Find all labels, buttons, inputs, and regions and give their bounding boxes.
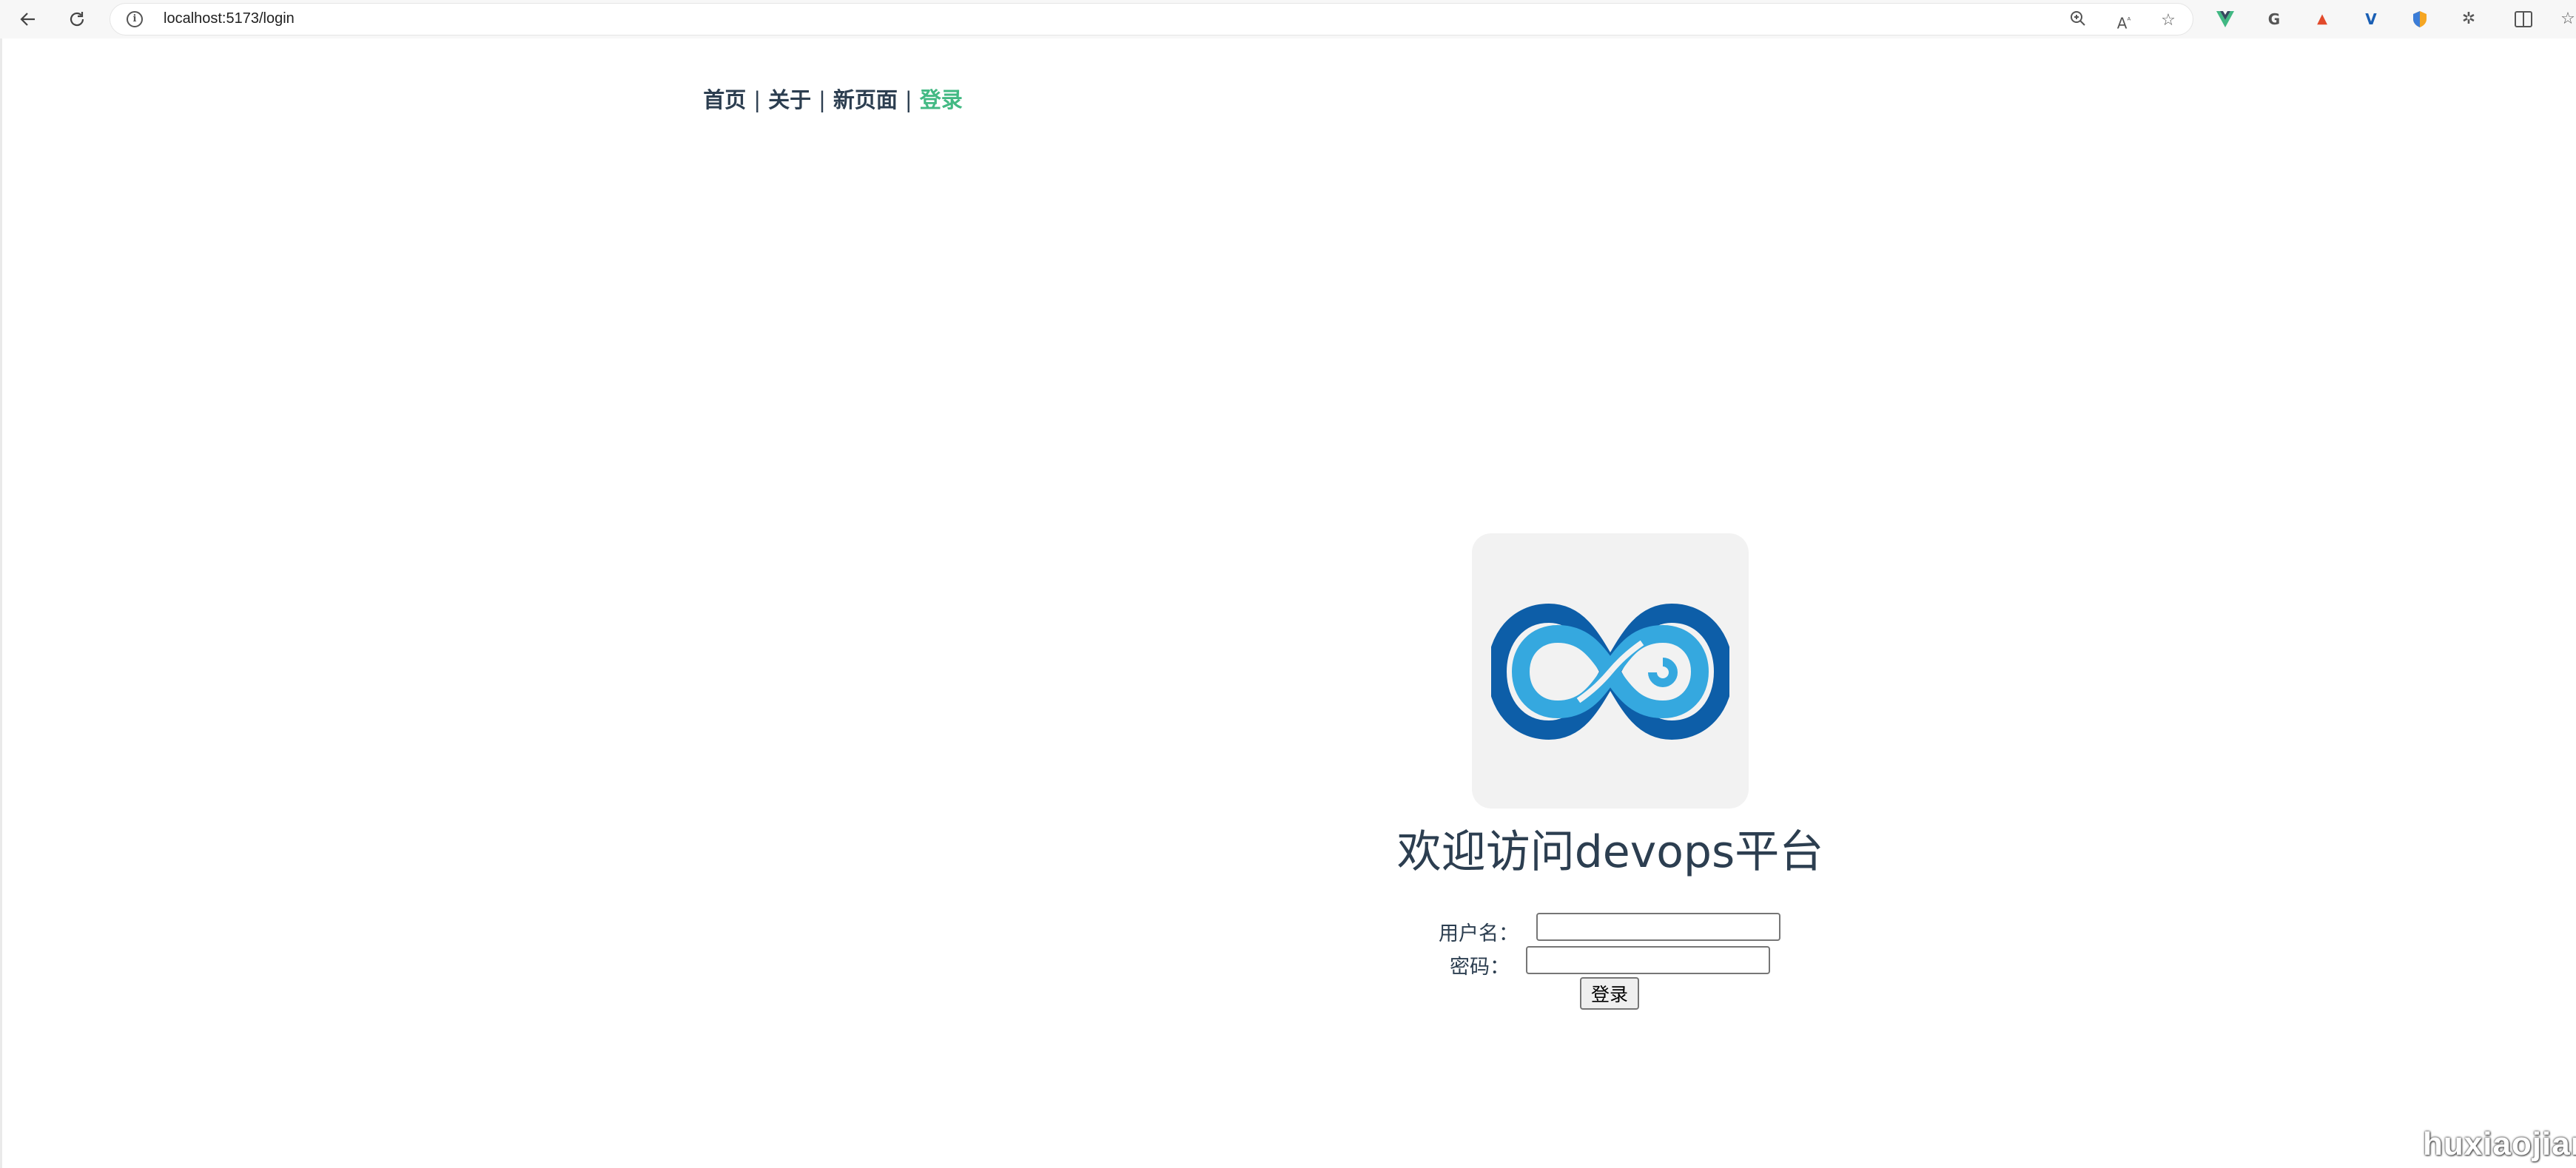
favorites-icon[interactable]: ☆	[2556, 7, 2576, 31]
top-nav: 首页 | 关于 | 新页面 | 登录	[0, 83, 2121, 114]
password-input[interactable]	[1526, 946, 1770, 974]
nav-separator: |	[753, 87, 761, 112]
nav-link-new-page[interactable]: 新页面	[833, 87, 898, 112]
info-icon[interactable]: i	[127, 11, 143, 27]
zoom-icon[interactable]	[2067, 10, 2089, 32]
blue-v-extension-icon[interactable]: V	[2359, 7, 2383, 31]
vue-devtools-extension-icon[interactable]	[2213, 7, 2237, 31]
watermark: huxiaojian	[2423, 1126, 2576, 1162]
username-label: 用户名：	[1439, 922, 1519, 945]
welcome-title: 欢迎访问devops平台	[1396, 826, 1824, 878]
read-aloud-icon[interactable]: Aᴬ	[2113, 10, 2135, 33]
page-edge	[0, 38, 2, 1168]
nav-link-home[interactable]: 首页	[703, 87, 746, 112]
nav-separator: |	[818, 87, 826, 112]
username-input[interactable]	[1536, 913, 1780, 941]
back-arrow-icon[interactable]	[13, 4, 43, 34]
address-bar[interactable]: i localhost:5173/login Aᴬ ☆	[110, 3, 2193, 36]
puzzle-extension-icon[interactable]: ✲	[2457, 7, 2481, 31]
shield-extension-icon[interactable]	[2408, 7, 2432, 31]
nav-link-login[interactable]: 登录	[920, 87, 963, 112]
nav-separator: |	[904, 87, 912, 112]
split-screen-icon[interactable]	[2512, 7, 2535, 31]
star-icon[interactable]: ☆	[2157, 10, 2179, 32]
username-row: 用户名：	[1439, 913, 1809, 945]
password-row: 密码：	[1450, 946, 1820, 979]
grammar-extension-icon[interactable]: G	[2262, 7, 2286, 31]
nav-link-about[interactable]: 关于	[768, 87, 811, 112]
url-text[interactable]: localhost:5173/login	[164, 10, 295, 27]
refresh-icon[interactable]	[62, 4, 92, 34]
login-button[interactable]: 登录	[1580, 977, 1639, 1010]
password-label: 密码：	[1450, 956, 1510, 979]
red-extension-icon[interactable]: ▲	[2310, 7, 2334, 31]
devops-logo	[1472, 533, 1749, 809]
infinity-devops-logo	[1491, 603, 1729, 740]
browser-toolbar: i localhost:5173/login Aᴬ ☆ G ▲ V ✲ ☆	[0, 0, 2576, 38]
